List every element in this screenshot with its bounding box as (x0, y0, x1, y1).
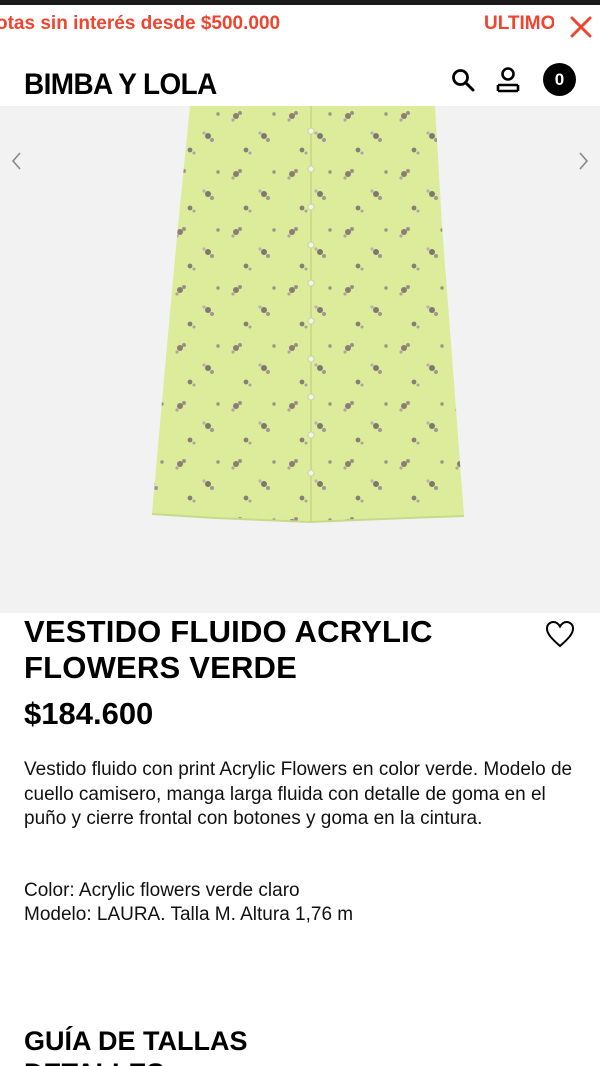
product-title: VESTIDO FLUIDO ACRYLIC FLOWERS VERDE (24, 614, 433, 685)
details-section[interactable]: DETALLES (24, 1058, 165, 1066)
product-description: Vestido fluido con print Acrylic Flowers… (24, 759, 573, 829)
promo-text: otas sin interés desde $500.000 (0, 13, 281, 34)
product-image-gallery[interactable] (0, 106, 600, 613)
user-icon[interactable] (494, 66, 522, 94)
heart-icon[interactable] (544, 619, 576, 649)
product-image (151, 106, 465, 524)
chevron-right-icon[interactable] (572, 150, 594, 172)
promo-text-secondary: ULTIMOS DÍAS (484, 13, 554, 34)
cart-icon[interactable]: 0 (543, 63, 576, 96)
size-guide-link[interactable]: GUÍA DE TALLAS (24, 1026, 248, 1057)
close-icon[interactable] (567, 13, 595, 41)
search-icon[interactable] (449, 66, 477, 94)
product-color: Color: Acrylic flowers verde claro (24, 880, 300, 901)
product-price: $184.600 (24, 696, 154, 731)
model-info: Modelo: LAURA. Talla M. Altura 1,76 m (24, 904, 354, 925)
promo-bar: otas sin interés desde $500.000 ULTIMOS … (0, 5, 600, 45)
site-header: BIMBA Y LOLA 0 (0, 50, 600, 106)
chevron-left-icon[interactable] (6, 150, 28, 172)
brand-logo[interactable]: BIMBA Y LOLA (24, 68, 217, 102)
